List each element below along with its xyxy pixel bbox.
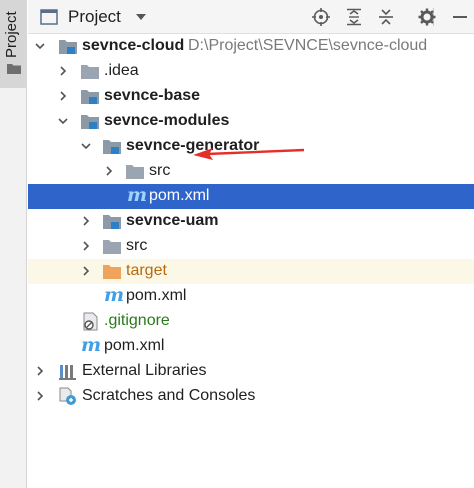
excluded-folder-icon: [103, 265, 121, 279]
tree-item-label: .gitignore: [104, 312, 170, 329]
chevron-right-icon[interactable]: [57, 90, 69, 102]
project-view-icon: [40, 9, 58, 25]
folder-icon: [81, 65, 99, 79]
tree-item-label: src: [126, 237, 148, 254]
tree-item-label: External Libraries: [82, 362, 207, 379]
tree-item-src[interactable]: src: [28, 159, 474, 184]
tree-item-sevnce-base[interactable]: sevnce-base: [28, 84, 474, 109]
tree-item-sevnce-uam[interactable]: sevnce-uam: [28, 209, 474, 234]
folder-icon: [103, 240, 121, 254]
tree-item-label: .idea: [104, 62, 139, 79]
tree-item-path: D:\Project\SEVNCE\sevnce-cloud: [188, 37, 428, 54]
project-tool-tab-label: Project: [3, 11, 20, 58]
chevron-right-icon[interactable]: [34, 390, 46, 402]
chevron-right-icon[interactable]: [103, 165, 115, 177]
libraries-icon: [59, 365, 76, 380]
tree-item-scratches-and-consoles[interactable]: Scratches and Consoles: [28, 384, 474, 409]
project-view-title[interactable]: Project: [68, 7, 121, 27]
project-tree: sevnce-cloud D:\Project\SEVNCE\sevnce-cl…: [28, 34, 474, 488]
tree-item-external-libraries[interactable]: External Libraries: [28, 359, 474, 384]
tree-item-src[interactable]: src: [28, 234, 474, 259]
tree-item-sevnce-cloud[interactable]: sevnce-cloud D:\Project\SEVNCE\sevnce-cl…: [28, 34, 474, 59]
chevron-right-icon[interactable]: [80, 240, 92, 252]
collapse-all-icon[interactable]: [377, 8, 395, 26]
module-folder-icon: [81, 115, 99, 129]
tree-item-label: sevnce-modules: [104, 112, 230, 129]
tree-item-label: sevnce-uam: [126, 212, 219, 229]
locate-icon[interactable]: [312, 8, 330, 26]
tree-item-sevnce-modules[interactable]: sevnce-modules: [28, 109, 474, 134]
tree-item-gitignore[interactable]: .gitignore: [28, 309, 474, 334]
annotation-arrow-icon: [193, 148, 305, 160]
chevron-right-icon[interactable]: [80, 265, 92, 277]
tree-item-pom-xml[interactable]: m pom.xml: [28, 284, 474, 309]
chevron-right-icon[interactable]: [34, 365, 46, 377]
module-folder-icon: [81, 90, 99, 104]
gitignore-file-icon: [83, 312, 98, 331]
tree-item-label: src: [149, 162, 171, 179]
tree-item-pom-xml-selected[interactable]: m pom.xml: [28, 184, 474, 209]
tree-item-label: sevnce-base: [104, 87, 201, 104]
folder-icon: [126, 165, 144, 179]
chevron-right-icon[interactable]: [80, 215, 92, 227]
chevron-down-icon[interactable]: [57, 115, 69, 127]
module-folder-icon: [103, 140, 121, 154]
tree-item-idea[interactable]: .idea: [28, 59, 474, 84]
tree-item-label: pom.xml: [149, 187, 210, 204]
tree-item-pom-xml[interactable]: m pom.xml: [28, 334, 474, 359]
scratches-icon: [59, 387, 76, 405]
maven-icon: m: [127, 184, 148, 206]
chevron-down-icon[interactable]: [34, 40, 46, 52]
maven-icon: m: [104, 284, 125, 306]
maven-icon: m: [81, 334, 102, 356]
chevron-down-icon[interactable]: [80, 140, 92, 152]
project-panel-header: Project: [28, 0, 474, 34]
tree-item-target[interactable]: target: [28, 259, 474, 284]
module-folder-icon: [103, 215, 121, 229]
expand-all-icon[interactable]: [345, 8, 363, 26]
chevron-right-icon[interactable]: [57, 65, 69, 77]
settings-icon[interactable]: [418, 8, 436, 26]
folder-icon: [7, 64, 21, 74]
project-tool-tab[interactable]: Project: [0, 0, 27, 88]
hide-icon[interactable]: [452, 13, 468, 21]
tree-item-label: pom.xml: [104, 337, 165, 354]
tree-item-label: target: [126, 262, 167, 279]
chevron-down-icon[interactable]: [134, 10, 148, 24]
tree-item-label: Scratches and Consoles: [82, 387, 256, 404]
tree-item-label: pom.xml: [126, 287, 187, 304]
module-folder-icon: [59, 40, 77, 54]
tree-item-label: sevnce-cloud: [82, 37, 185, 54]
tool-window-strip: Project: [0, 0, 27, 488]
